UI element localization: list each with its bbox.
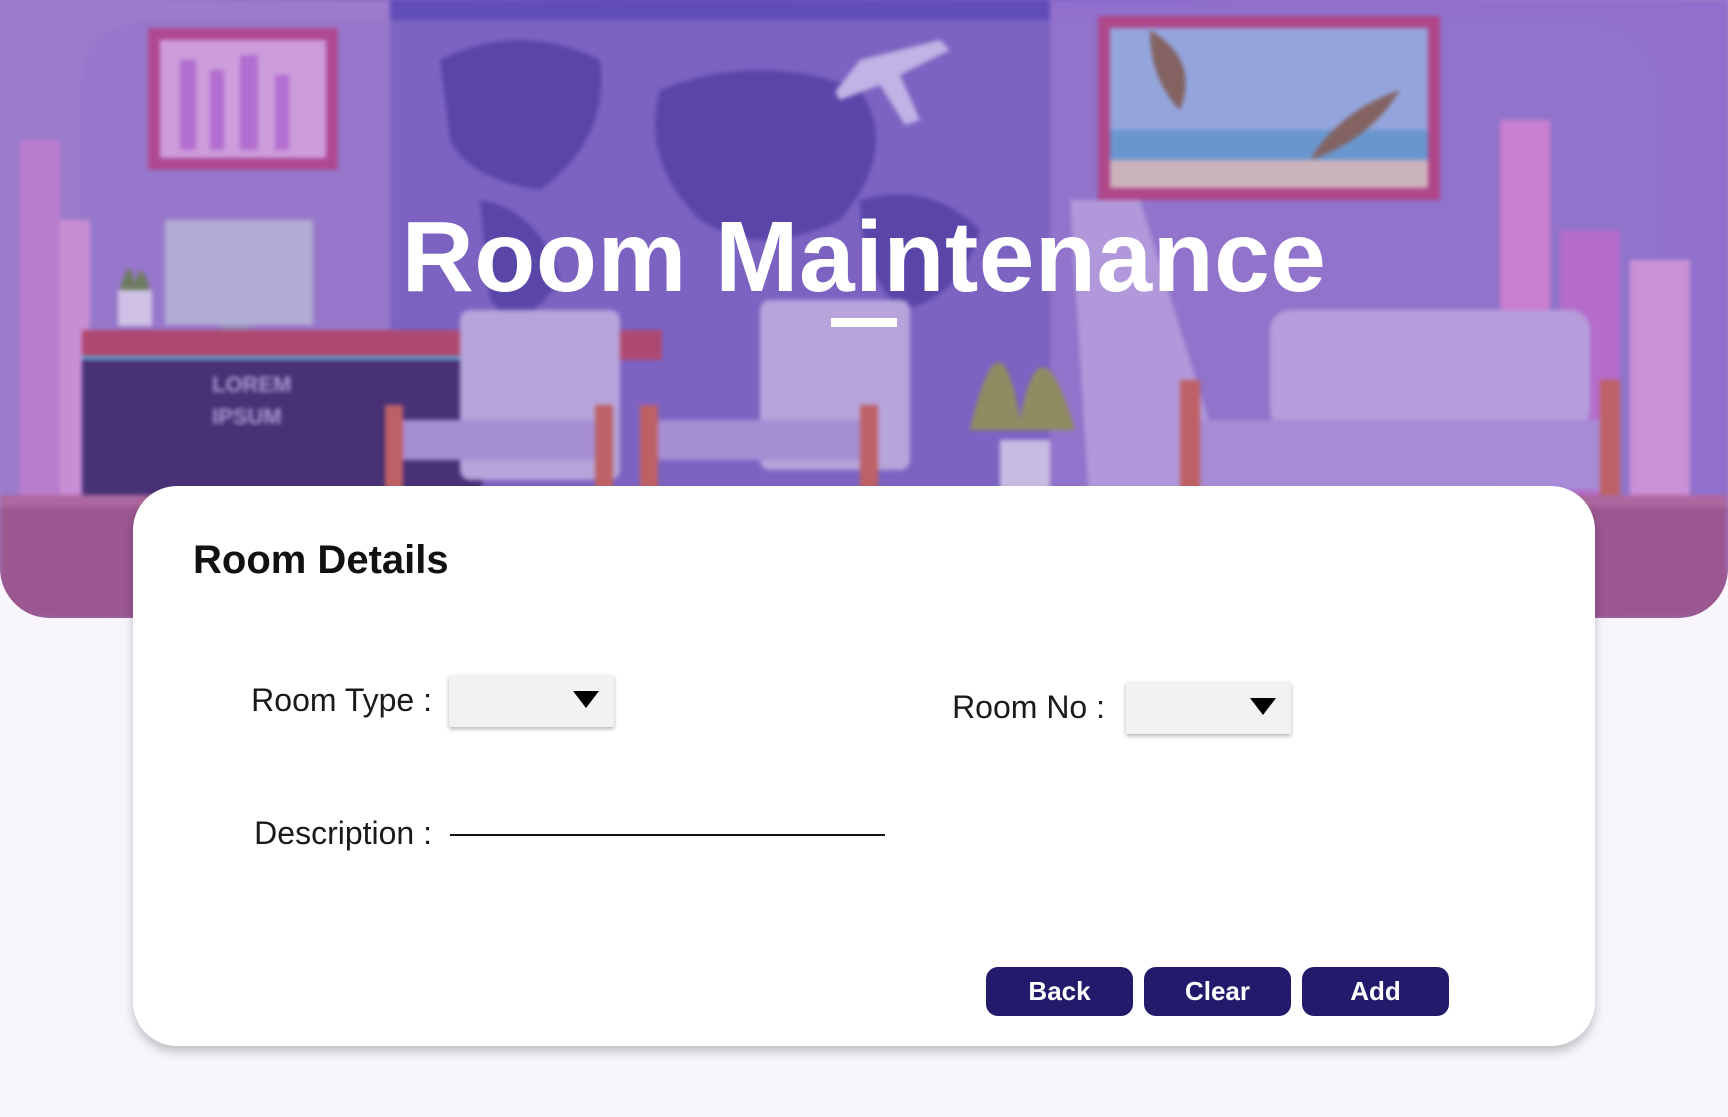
description-label: Description : — [254, 815, 432, 851]
room-type-label: Room Type : — [251, 682, 432, 718]
page-title: Room Maintenance — [401, 201, 1327, 313]
room-details-card: Room Details Room Type : Room No : Descr… — [133, 486, 1595, 1046]
back-button[interactable]: Back — [986, 967, 1133, 1016]
room-no-select[interactable] — [1126, 682, 1291, 734]
caret-down-icon — [573, 691, 599, 708]
caret-down-icon — [1250, 698, 1276, 715]
room-no-label: Room No : — [952, 689, 1105, 725]
room-type-select[interactable] — [449, 675, 614, 727]
clear-button[interactable]: Clear — [1144, 967, 1291, 1016]
add-button[interactable]: Add — [1302, 967, 1449, 1016]
card-title: Room Details — [193, 538, 449, 582]
description-input[interactable] — [450, 796, 885, 836]
title-underline — [831, 318, 897, 327]
